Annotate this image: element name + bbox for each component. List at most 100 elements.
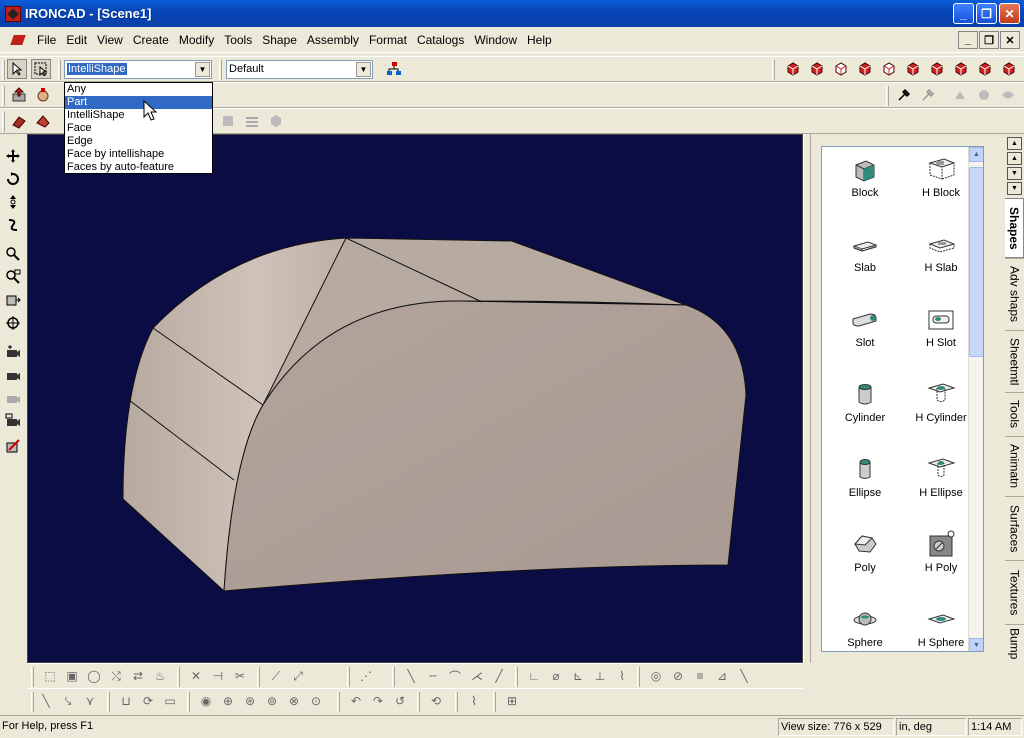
scroll-down-button[interactable]: ▼ [969,638,983,651]
sketch-tool-button[interactable]: ⤭ [107,667,125,685]
catalog-item-slab[interactable]: Slab [826,226,904,301]
tab-last-button[interactable]: ▼ [1007,182,1022,195]
sketch-tool-button[interactable]: ⤢ [289,667,307,685]
tab-prev-button[interactable]: ▲ [1007,152,1022,165]
sketch-tool-button[interactable]: ⟲ [427,692,445,710]
sketch-tool-button[interactable]: ⊚ [263,692,281,710]
menu-create[interactable]: Create [128,33,174,47]
sketch-tool-button[interactable]: ⇄ [129,667,147,685]
sketch-tool-button[interactable]: ⊥ [591,667,609,685]
sketch-tool-button[interactable]: ◯ [85,667,103,685]
sketch-tool-button[interactable]: ⤥ [59,692,77,710]
select-arrow-button[interactable] [7,59,27,79]
option-intellishape[interactable]: IntelliShape [65,109,212,122]
sketch-tool-button[interactable]: ▭ [161,692,179,710]
style-combo[interactable]: Default ▼ [226,60,373,79]
tab-bump[interactable]: Bump [1005,624,1024,663]
catalog-list[interactable]: Block H Block Slab H Slab Slot H Slot Cy… [821,146,984,652]
sketch-tool-button[interactable]: ⊛ [241,692,259,710]
menu-shape[interactable]: Shape [257,33,302,47]
sketch-tool-button[interactable]: ⊞ [503,692,521,710]
document-icon[interactable] [10,31,28,49]
spin-button[interactable] [33,111,53,131]
sketch-tool-button[interactable]: ♨ [151,667,169,685]
doc-close-button[interactable]: ✕ [1000,31,1020,49]
sketch-tool-button[interactable]: ✕ [187,667,205,685]
tool-gray-5[interactable] [242,111,262,131]
sketch-tool-button[interactable]: ⌇ [613,667,631,685]
sketch-tool-button[interactable]: ╱ [490,667,508,685]
doc-minimize-button[interactable]: _ [958,31,978,49]
sketch-tool-button[interactable]: ⊣ [209,667,227,685]
sketch-tool-button[interactable]: ⊾ [569,667,587,685]
sketch-tool-button[interactable]: ⋰ [357,667,375,685]
scroll-thumb[interactable] [969,167,983,357]
catalog-item-cylinder[interactable]: Cylinder [826,376,904,451]
dolly-button[interactable] [3,192,23,212]
view-cube-button-5[interactable] [879,59,899,79]
option-any[interactable]: Any [65,83,212,96]
sketch-tool-button[interactable]: ↶ [347,692,365,710]
menu-file[interactable]: File [32,33,61,47]
export-button[interactable] [9,85,29,105]
scroll-up-button[interactable]: ▲ [969,147,983,162]
sketch-tool-button[interactable]: ⬚ [41,667,59,685]
sketch-tool-button[interactable]: ⊔ [117,692,135,710]
fit-view-button[interactable] [3,290,23,310]
tab-adv-shapes[interactable]: Adv shaps [1005,258,1024,330]
catalog-scrollbar[interactable]: ▲ ▼ [968,147,983,651]
minimize-button[interactable]: _ [953,3,974,24]
sketch-tool-button[interactable]: ◉ [197,692,215,710]
sketch-tool-button[interactable]: ⊙ [307,692,325,710]
section-button[interactable] [3,436,23,456]
chevron-down-icon[interactable]: ▼ [356,62,371,77]
sketch-tool-button[interactable]: ⟳ [139,692,157,710]
ironcad-app-icon[interactable] [5,5,21,22]
tab-shapes[interactable]: Shapes [1005,198,1024,258]
tab-tools[interactable]: Tools [1005,392,1024,436]
menu-edit[interactable]: Edit [61,33,92,47]
scene-viewport[interactable] [27,134,803,663]
tool-gray-1[interactable] [950,85,970,105]
view-cube-button-10[interactable] [999,59,1019,79]
sketch-tool-button[interactable]: ⌒ [446,667,464,685]
close-button[interactable]: ✕ [999,3,1020,24]
sketch-tool-button[interactable]: ⊗ [285,692,303,710]
sketch-tool-button[interactable]: ⌀ [547,667,565,685]
extrude-button[interactable] [9,111,29,131]
sketch-tool-button[interactable]: ╲ [37,692,55,710]
menu-tools[interactable]: Tools [219,33,257,47]
sketch-tool-button[interactable]: ↺ [391,692,409,710]
menu-window[interactable]: Window [469,33,522,47]
look-at-button[interactable] [3,313,23,333]
pan-button[interactable] [3,146,23,166]
sketch-tool-button[interactable]: ╌ [424,667,442,685]
view-cube-button-4[interactable] [855,59,875,79]
view-cube-button-1[interactable] [783,59,803,79]
tab-next-button[interactable]: ▼ [1007,167,1022,180]
camera-orbit-button[interactable] [3,365,23,385]
option-faces-by-auto-feature[interactable]: Faces by auto-feature [65,161,212,174]
render-button[interactable] [33,85,53,105]
sketch-tool-button[interactable]: ↷ [369,692,387,710]
orbit-button[interactable] [3,169,23,189]
walk-button[interactable] [3,215,23,235]
sketch-tool-button[interactable]: ⋎ [81,692,99,710]
catalog-splitter[interactable] [803,134,811,663]
sketch-tool-button[interactable]: ∟ [525,667,543,685]
sketch-tool-button[interactable]: ⋌ [468,667,486,685]
view-cube-button-7[interactable] [927,59,947,79]
tab-sheetmetal[interactable]: Sheetmtl [1005,330,1024,392]
chevron-down-icon[interactable]: ▼ [195,62,210,77]
sketch-tool-button[interactable]: ⊕ [219,692,237,710]
tab-textures[interactable]: Textures [1005,560,1024,624]
catalog-item-sphere[interactable]: Sphere [826,601,904,651]
catalog-item-block[interactable]: Block [826,151,904,226]
menu-catalogs[interactable]: Catalogs [412,33,469,47]
selection-filter-combo[interactable]: IntelliShape ▼ [64,60,212,79]
option-part[interactable]: Part [65,96,212,109]
zoom-button[interactable] [3,244,23,264]
option-face[interactable]: Face [65,122,212,135]
sketch-tool-button[interactable]: ╲ [735,667,753,685]
sketch-tool-button[interactable]: ╲ [402,667,420,685]
